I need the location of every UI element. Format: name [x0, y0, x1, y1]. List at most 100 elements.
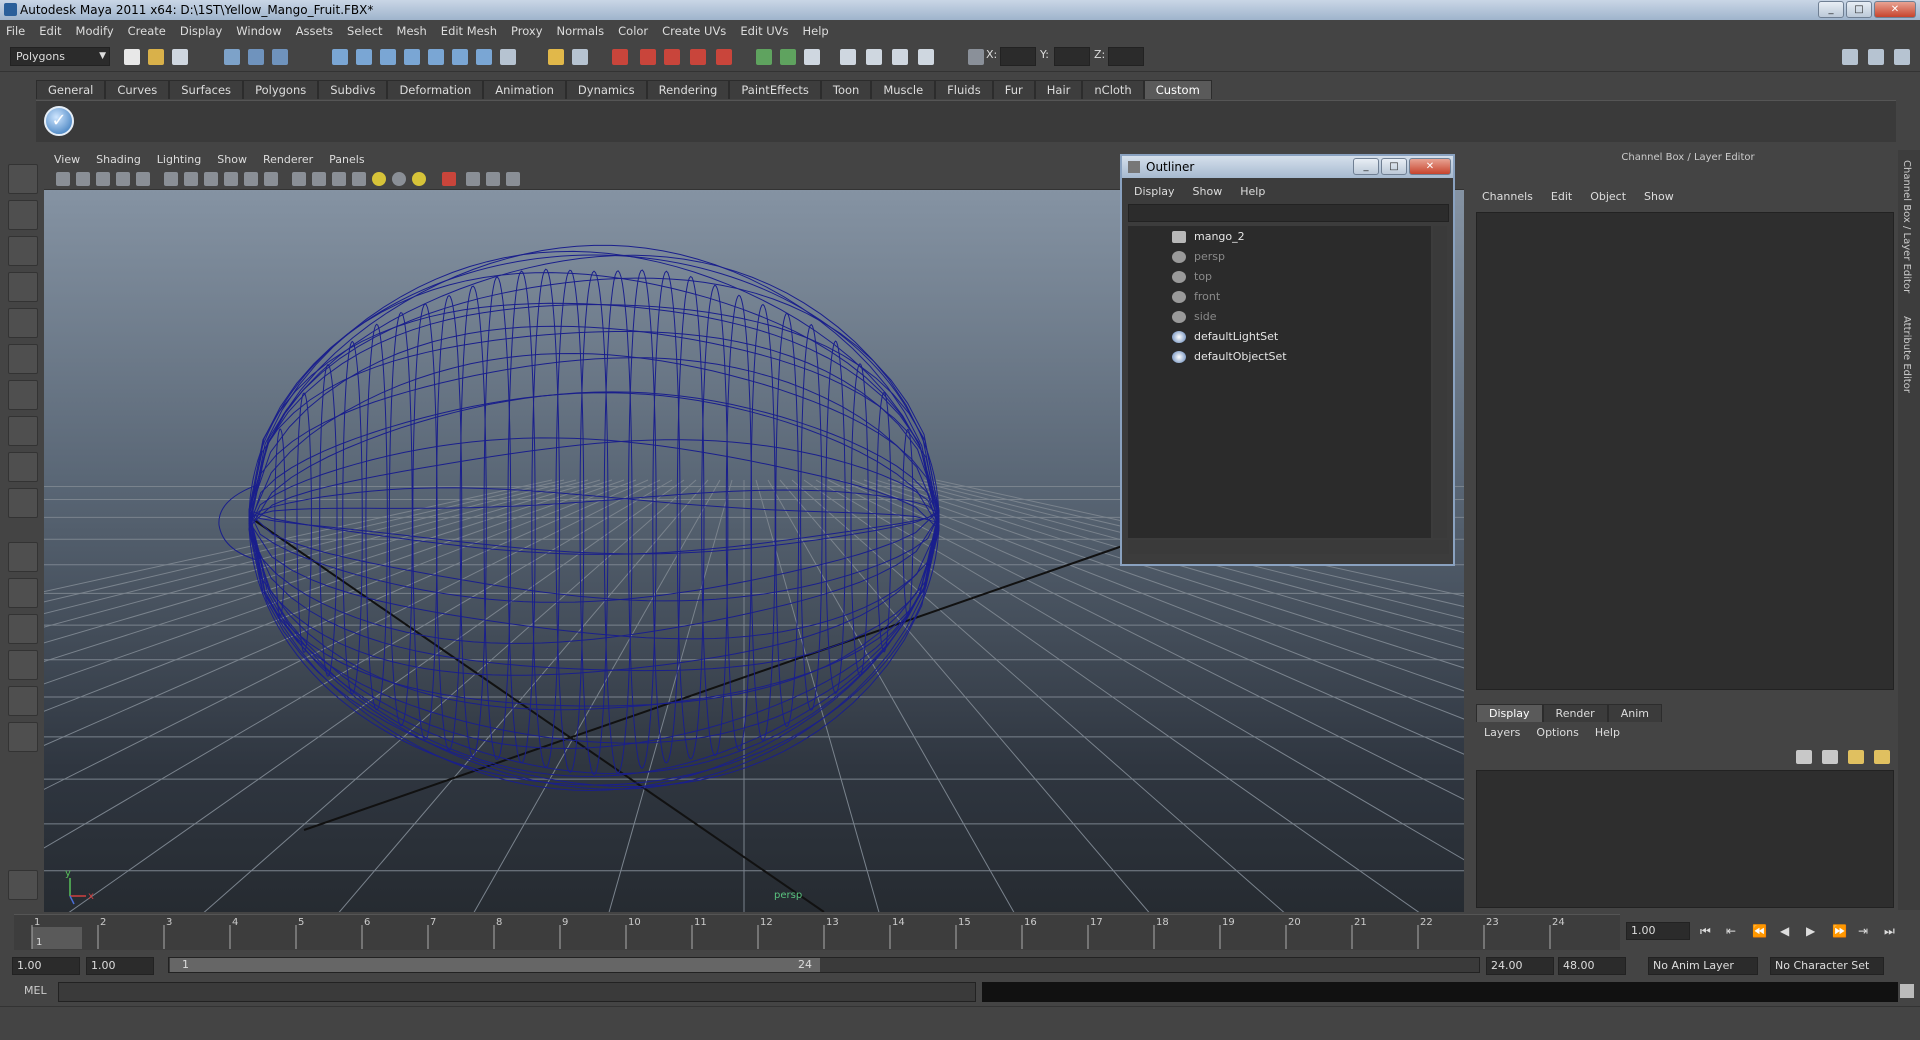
viewport-menu-shading[interactable]: Shading [96, 153, 141, 166]
menu-set-select[interactable]: Polygons ▼ [10, 47, 110, 66]
grid-toggle-icon[interactable] [164, 172, 178, 186]
side-tab-channel-box[interactable]: Channel Box / Layer Editor [1901, 160, 1912, 293]
viewport-menu-renderer[interactable]: Renderer [263, 153, 313, 166]
wireframe-on-shaded-icon[interactable] [332, 172, 346, 186]
mel-label[interactable]: MEL [24, 984, 47, 997]
range-slider-handle[interactable]: 1 24 [170, 958, 820, 972]
go-to-end-icon[interactable]: ⏭ [1884, 924, 1895, 939]
menu-select[interactable]: Select [347, 24, 382, 38]
start-time-field[interactable]: 1.00 [12, 957, 80, 975]
toggle-tool-settings-icon[interactable] [1868, 49, 1884, 65]
menu-edit-uvs[interactable]: Edit UVs [740, 24, 788, 38]
question-icon[interactable] [500, 49, 516, 65]
step-forward-frame-icon[interactable]: ⏩ [1832, 924, 1847, 938]
open-scene-icon[interactable] [148, 49, 164, 65]
shelf-tab-polygons[interactable]: Polygons [243, 80, 319, 99]
select-hierarchy-icon[interactable] [224, 49, 240, 65]
select-camera-icon[interactable] [56, 172, 70, 186]
shelf-tab-animation[interactable]: Animation [483, 80, 566, 99]
bookmark-icon[interactable] [96, 172, 110, 186]
absolute-transform-icon[interactable] [968, 49, 984, 65]
shelf-tab-general[interactable]: General [36, 80, 106, 99]
single-perspective-layout-icon[interactable] [8, 542, 38, 572]
wireframe-icon[interactable] [292, 172, 306, 186]
step-forward-key-icon[interactable]: ⇥ [1858, 924, 1868, 938]
output-ops-icon[interactable] [780, 49, 796, 65]
render-view-icon[interactable] [840, 49, 856, 65]
render-settings-icon[interactable] [918, 49, 934, 65]
outliner-minimize-button[interactable]: _ [1353, 158, 1379, 175]
field-chart-icon[interactable] [224, 172, 238, 186]
go-to-start-icon[interactable]: ⏮ [1700, 924, 1711, 939]
select-joints-icon[interactable] [356, 49, 372, 65]
shelf-tab-dynamics[interactable]: Dynamics [565, 80, 647, 99]
isolate-select-icon[interactable] [442, 172, 456, 186]
close-button[interactable]: ✕ [1874, 1, 1916, 18]
toggle-attribute-editor-icon[interactable] [1842, 49, 1858, 65]
viewport-menu-lighting[interactable]: Lighting [157, 153, 201, 166]
shadows-icon[interactable] [392, 172, 406, 186]
z-field[interactable] [1108, 47, 1144, 66]
hypershade-layout-icon[interactable] [8, 686, 38, 716]
snap-grid-icon[interactable] [612, 49, 628, 65]
layer-menu-options[interactable]: Options [1536, 726, 1578, 739]
use-all-lights-icon[interactable] [412, 172, 426, 186]
outliner-menu-help[interactable]: Help [1240, 185, 1265, 198]
outliner-vertical-scrollbar[interactable] [1433, 226, 1447, 538]
outliner-filter-field[interactable] [1128, 204, 1449, 222]
shelf-tab-hair[interactable]: Hair [1034, 80, 1083, 99]
soft-modification-icon[interactable] [8, 416, 38, 446]
menu-assets[interactable]: Assets [296, 24, 333, 38]
universal-manipulator-icon[interactable] [8, 380, 38, 410]
menu-modify[interactable]: Modify [76, 24, 114, 38]
shelf-tab-painteffects[interactable]: PaintEffects [729, 80, 821, 99]
shelf-tab-fur[interactable]: Fur [992, 80, 1035, 99]
menu-window[interactable]: Window [236, 24, 281, 38]
graph-editor-layout-icon[interactable] [8, 722, 38, 752]
select-object-icon[interactable] [248, 49, 264, 65]
script-editor-icon[interactable] [1900, 984, 1914, 998]
ipr-render-icon[interactable] [892, 49, 908, 65]
select-dynamics-icon[interactable] [452, 49, 468, 65]
gate-mask-icon[interactable] [204, 172, 218, 186]
menu-edit-mesh[interactable]: Edit Mesh [441, 24, 497, 38]
layer-add-icon[interactable] [1874, 750, 1890, 764]
time-slider[interactable]: 1 2 3 4 5 6 7 8 9 10 11 12 13 14 15 16 17 18 19 20 21 22 23 24 1 [14, 914, 1620, 950]
layer-menu-layers[interactable]: Layers [1484, 726, 1520, 739]
select-deformers-icon[interactable] [428, 49, 444, 65]
film-gate-icon[interactable] [136, 172, 150, 186]
shelf-tab-surfaces[interactable]: Surfaces [169, 80, 244, 99]
side-tab-attribute-editor[interactable]: Attribute Editor [1901, 316, 1912, 393]
shelf-tab-toon[interactable]: Toon [820, 80, 872, 99]
menu-proxy[interactable]: Proxy [511, 24, 543, 38]
outliner-close-button[interactable]: ✕ [1409, 158, 1451, 175]
shelf-tab-subdivs[interactable]: Subdivs [318, 80, 388, 99]
select-tool-icon[interactable] [8, 164, 38, 194]
menu-file[interactable]: File [6, 24, 25, 38]
outliner-horizontal-scrollbar[interactable] [1128, 540, 1449, 554]
make-live-icon[interactable] [716, 49, 732, 65]
layer-list-area[interactable] [1476, 770, 1894, 908]
time-slider-ticks[interactable]: 1 2 3 4 5 6 7 8 9 10 11 12 13 14 15 16 17 18 19 20 21 22 23 241 [14, 915, 1620, 951]
safe-action-icon[interactable] [244, 172, 258, 186]
character-set-select[interactable]: No Character Set [1770, 957, 1884, 975]
input-ops-icon[interactable] [756, 49, 772, 65]
step-back-key-icon[interactable]: ⇤ [1726, 924, 1736, 938]
persp-graph-layout-icon[interactable] [8, 650, 38, 680]
pick-mask-icon[interactable] [332, 49, 348, 65]
anim-layer-select[interactable]: No Anim Layer [1648, 957, 1758, 975]
image-plane-icon[interactable] [116, 172, 130, 186]
shelf-tab-deformation[interactable]: Deformation [387, 80, 484, 99]
current-frame-field[interactable]: 1.00 [1626, 922, 1690, 940]
menu-normals[interactable]: Normals [557, 24, 605, 38]
toggle-channel-box-icon[interactable] [1894, 49, 1910, 65]
shelf-tab-rendering[interactable]: Rendering [646, 80, 730, 99]
select-component-icon[interactable] [272, 49, 288, 65]
channel-box-area[interactable] [1476, 212, 1894, 690]
menu-help[interactable]: Help [803, 24, 829, 38]
menu-mesh[interactable]: Mesh [397, 24, 427, 38]
viewport-menu-view[interactable]: View [54, 153, 80, 166]
menu-color[interactable]: Color [618, 24, 648, 38]
channel-menu-show[interactable]: Show [1644, 190, 1674, 208]
new-empty-layer-icon[interactable] [1796, 750, 1812, 764]
